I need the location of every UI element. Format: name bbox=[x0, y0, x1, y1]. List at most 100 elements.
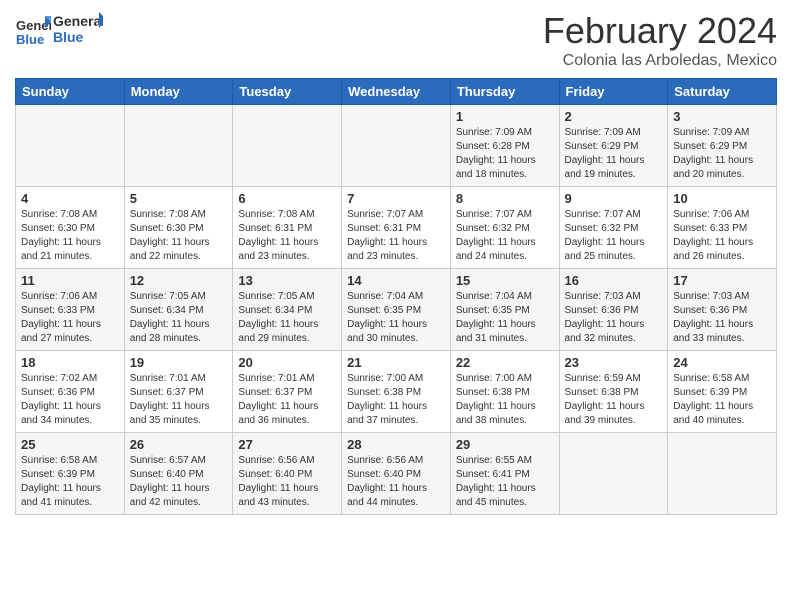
calendar-cell: 17 Sunrise: 7:03 AM Sunset: 6:36 PM Dayli… bbox=[668, 269, 777, 351]
day-number: 23 bbox=[565, 355, 663, 370]
day-info: Sunrise: 6:58 AM Sunset: 6:39 PM Dayligh… bbox=[673, 372, 771, 428]
week-row-1: 1 Sunrise: 7:09 AM Sunset: 6:28 PM Daylig… bbox=[16, 105, 777, 187]
col-tuesday: Tuesday bbox=[233, 79, 342, 105]
header-row: Sunday Monday Tuesday Wednesday Thursday… bbox=[16, 79, 777, 105]
day-number: 12 bbox=[130, 273, 228, 288]
week-row-2: 4Sunrise: 7:08 AM Sunset: 6:30 PM Daylig… bbox=[16, 187, 777, 269]
day-number: 15 bbox=[456, 273, 554, 288]
calendar-cell bbox=[559, 433, 668, 515]
col-wednesday: Wednesday bbox=[342, 79, 451, 105]
calendar-cell: 10 Sunrise: 7:06 AM Sunset: 6:33 PM Dayli… bbox=[668, 187, 777, 269]
day-number: 11 bbox=[21, 273, 119, 288]
day-info: Sunrise: 7:01 AM Sunset: 6:37 PM Dayligh… bbox=[238, 372, 336, 428]
day-info: Sunrise: 7:00 AM Sunset: 6:38 PM Dayligh… bbox=[456, 372, 554, 428]
day-number: 9 bbox=[565, 191, 663, 206]
logo-graphic: General Blue bbox=[53, 10, 103, 48]
day-info: Sunrise: 7:06 AM Sunset: 6:33 PM Dayligh… bbox=[673, 208, 771, 264]
calendar-cell: 19Sunrise: 7:01 AM Sunset: 6:37 PM Dayli… bbox=[124, 351, 233, 433]
day-number: 17 bbox=[673, 273, 771, 288]
day-info: Sunrise: 6:56 AM Sunset: 6:40 PM Dayligh… bbox=[238, 454, 336, 510]
calendar-cell: 3 Sunrise: 7:09 AM Sunset: 6:29 PM Daylig… bbox=[668, 105, 777, 187]
calendar-cell: 8 Sunrise: 7:07 AM Sunset: 6:32 PM Daylig… bbox=[450, 187, 559, 269]
day-number: 3 bbox=[673, 109, 771, 124]
logo: General Blue General Blue bbox=[15, 10, 103, 53]
week-row-4: 18 Sunrise: 7:02 AM Sunset: 6:36 PM Dayli… bbox=[16, 351, 777, 433]
col-monday: Monday bbox=[124, 79, 233, 105]
day-info: Sunrise: 7:05 AM Sunset: 6:34 PM Dayligh… bbox=[238, 290, 336, 346]
page-container: General Blue General Blue February 2024 … bbox=[0, 0, 792, 525]
page-header: General Blue General Blue February 2024 … bbox=[15, 10, 777, 70]
day-number: 7 bbox=[347, 191, 445, 206]
calendar-cell: 20 Sunrise: 7:01 AM Sunset: 6:37 PM Dayli… bbox=[233, 351, 342, 433]
calendar-cell bbox=[233, 105, 342, 187]
day-info: Sunrise: 7:08 AM Sunset: 6:30 PM Dayligh… bbox=[21, 208, 119, 264]
day-info: Sunrise: 6:57 AM Sunset: 6:40 PM Dayligh… bbox=[130, 454, 228, 510]
day-number: 20 bbox=[238, 355, 336, 370]
day-number: 25 bbox=[21, 437, 119, 452]
calendar-cell: 23Sunrise: 6:59 AM Sunset: 6:38 PM Dayli… bbox=[559, 351, 668, 433]
week-row-5: 25 Sunrise: 6:58 AM Sunset: 6:39 PM Dayli… bbox=[16, 433, 777, 515]
calendar-cell: 14Sunrise: 7:04 AM Sunset: 6:35 PM Dayli… bbox=[342, 269, 451, 351]
calendar-cell: 21 Sunrise: 7:00 AM Sunset: 6:38 PM Dayli… bbox=[342, 351, 451, 433]
day-number: 19 bbox=[130, 355, 228, 370]
calendar-cell: 22 Sunrise: 7:00 AM Sunset: 6:38 PM Dayli… bbox=[450, 351, 559, 433]
day-number: 8 bbox=[456, 191, 554, 206]
day-number: 16 bbox=[565, 273, 663, 288]
day-info: Sunrise: 6:58 AM Sunset: 6:39 PM Dayligh… bbox=[21, 454, 119, 510]
calendar-cell: 24 Sunrise: 6:58 AM Sunset: 6:39 PM Dayli… bbox=[668, 351, 777, 433]
day-number: 10 bbox=[673, 191, 771, 206]
calendar-cell: 28Sunrise: 6:56 AM Sunset: 6:40 PM Dayli… bbox=[342, 433, 451, 515]
day-number: 24 bbox=[673, 355, 771, 370]
day-info: Sunrise: 7:06 AM Sunset: 6:33 PM Dayligh… bbox=[21, 290, 119, 346]
day-number: 5 bbox=[130, 191, 228, 206]
day-info: Sunrise: 6:55 AM Sunset: 6:41 PM Dayligh… bbox=[456, 454, 554, 510]
day-number: 28 bbox=[347, 437, 445, 452]
svg-text:Blue: Blue bbox=[16, 32, 44, 47]
calendar-cell bbox=[124, 105, 233, 187]
day-info: Sunrise: 7:07 AM Sunset: 6:31 PM Dayligh… bbox=[347, 208, 445, 264]
day-info: Sunrise: 7:00 AM Sunset: 6:38 PM Dayligh… bbox=[347, 372, 445, 428]
calendar-cell: 16 Sunrise: 7:03 AM Sunset: 6:36 PM Dayli… bbox=[559, 269, 668, 351]
title-section: February 2024 Colonia las Arboledas, Mex… bbox=[543, 10, 777, 70]
day-number: 18 bbox=[21, 355, 119, 370]
subtitle: Colonia las Arboledas, Mexico bbox=[543, 52, 777, 70]
day-info: Sunrise: 7:09 AM Sunset: 6:29 PM Dayligh… bbox=[673, 126, 771, 182]
logo-icon: General Blue bbox=[15, 14, 51, 50]
calendar-cell: 13 Sunrise: 7:05 AM Sunset: 6:34 PM Dayli… bbox=[233, 269, 342, 351]
day-info: Sunrise: 7:04 AM Sunset: 6:35 PM Dayligh… bbox=[456, 290, 554, 346]
day-info: Sunrise: 7:04 AM Sunset: 6:35 PM Dayligh… bbox=[347, 290, 445, 346]
day-info: Sunrise: 7:09 AM Sunset: 6:28 PM Dayligh… bbox=[456, 126, 554, 182]
day-number: 1 bbox=[456, 109, 554, 124]
col-thursday: Thursday bbox=[450, 79, 559, 105]
day-number: 21 bbox=[347, 355, 445, 370]
calendar-table: Sunday Monday Tuesday Wednesday Thursday… bbox=[15, 78, 777, 515]
logo-general-text: General bbox=[53, 13, 103, 29]
day-number: 22 bbox=[456, 355, 554, 370]
day-info: Sunrise: 7:08 AM Sunset: 6:31 PM Dayligh… bbox=[238, 208, 336, 264]
day-number: 29 bbox=[456, 437, 554, 452]
calendar-cell: 2 Sunrise: 7:09 AM Sunset: 6:29 PM Daylig… bbox=[559, 105, 668, 187]
day-info: Sunrise: 7:05 AM Sunset: 6:34 PM Dayligh… bbox=[130, 290, 228, 346]
calendar-cell: 6 Sunrise: 7:08 AM Sunset: 6:31 PM Daylig… bbox=[233, 187, 342, 269]
day-info: Sunrise: 7:03 AM Sunset: 6:36 PM Dayligh… bbox=[565, 290, 663, 346]
calendar-cell: 4Sunrise: 7:08 AM Sunset: 6:30 PM Daylig… bbox=[16, 187, 125, 269]
day-info: Sunrise: 7:02 AM Sunset: 6:36 PM Dayligh… bbox=[21, 372, 119, 428]
day-info: Sunrise: 7:08 AM Sunset: 6:30 PM Dayligh… bbox=[130, 208, 228, 264]
day-info: Sunrise: 7:03 AM Sunset: 6:36 PM Dayligh… bbox=[673, 290, 771, 346]
calendar-body: 1 Sunrise: 7:09 AM Sunset: 6:28 PM Daylig… bbox=[16, 105, 777, 515]
calendar-cell: 25 Sunrise: 6:58 AM Sunset: 6:39 PM Dayli… bbox=[16, 433, 125, 515]
day-info: Sunrise: 7:07 AM Sunset: 6:32 PM Dayligh… bbox=[565, 208, 663, 264]
calendar-cell: 15 Sunrise: 7:04 AM Sunset: 6:35 PM Dayli… bbox=[450, 269, 559, 351]
day-number: 13 bbox=[238, 273, 336, 288]
calendar-cell bbox=[668, 433, 777, 515]
day-number: 6 bbox=[238, 191, 336, 206]
day-info: Sunrise: 7:09 AM Sunset: 6:29 PM Dayligh… bbox=[565, 126, 663, 182]
calendar-cell: 29 Sunrise: 6:55 AM Sunset: 6:41 PM Dayli… bbox=[450, 433, 559, 515]
calendar-cell: 26Sunrise: 6:57 AM Sunset: 6:40 PM Dayli… bbox=[124, 433, 233, 515]
col-sunday: Sunday bbox=[16, 79, 125, 105]
calendar-cell: 27Sunrise: 6:56 AM Sunset: 6:40 PM Dayli… bbox=[233, 433, 342, 515]
logo-blue-text: Blue bbox=[53, 29, 84, 45]
day-info: Sunrise: 7:07 AM Sunset: 6:32 PM Dayligh… bbox=[456, 208, 554, 264]
day-number: 2 bbox=[565, 109, 663, 124]
calendar-cell: 1 Sunrise: 7:09 AM Sunset: 6:28 PM Daylig… bbox=[450, 105, 559, 187]
